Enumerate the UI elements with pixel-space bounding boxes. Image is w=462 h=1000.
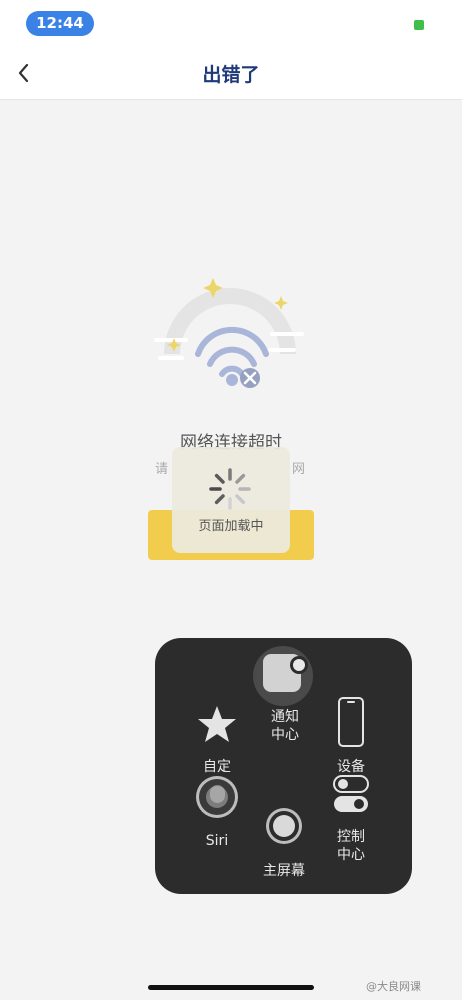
loading-spinner-icon <box>209 468 251 510</box>
siri-label: Siri <box>205 833 229 849</box>
notification-center-label-1: 通知 <box>271 709 299 725</box>
status-bar: 12:44 <box>0 0 462 46</box>
assistive-touch-dot-icon <box>290 656 308 674</box>
nav-bar: 出错了 <box>0 46 462 100</box>
loading-toast: 页面加载中 <box>172 447 290 553</box>
control-center-button[interactable]: 控制 中心 <box>323 774 379 866</box>
home-screen-button[interactable]: 主屏幕 <box>251 806 317 884</box>
assistive-touch-button[interactable] <box>253 646 313 706</box>
home-indicator[interactable] <box>148 985 314 990</box>
home-screen-label: 主屏幕 <box>263 863 305 879</box>
page-title: 出错了 <box>202 64 260 86</box>
star-icon <box>198 706 236 742</box>
siri-icon <box>196 776 238 818</box>
custom-label: 自定 <box>203 759 231 775</box>
notification-center-button[interactable]: 通知 中心 <box>255 706 315 746</box>
device-button[interactable]: 设备 <box>323 696 379 778</box>
notification-center-label-2: 中心 <box>271 727 299 743</box>
loading-label: 页面加载中 <box>198 519 264 534</box>
home-button-icon <box>266 808 302 844</box>
phone-icon <box>338 697 364 747</box>
siri-button[interactable]: Siri <box>191 776 243 852</box>
battery-icon <box>414 20 424 30</box>
network-error-illustration-icon <box>154 278 304 388</box>
control-center-label-1: 控制 <box>337 829 365 845</box>
toggle-switches-icon <box>333 775 369 812</box>
status-time[interactable]: 12:44 <box>26 11 94 36</box>
control-center-label-2: 中心 <box>337 847 365 863</box>
watermark: @大良网课 <box>366 980 421 993</box>
assistive-touch-menu: 通知 中心 自定 设备 Siri 控制 中心 主屏幕 <box>155 638 412 894</box>
custom-button[interactable]: 自定 <box>191 702 243 778</box>
